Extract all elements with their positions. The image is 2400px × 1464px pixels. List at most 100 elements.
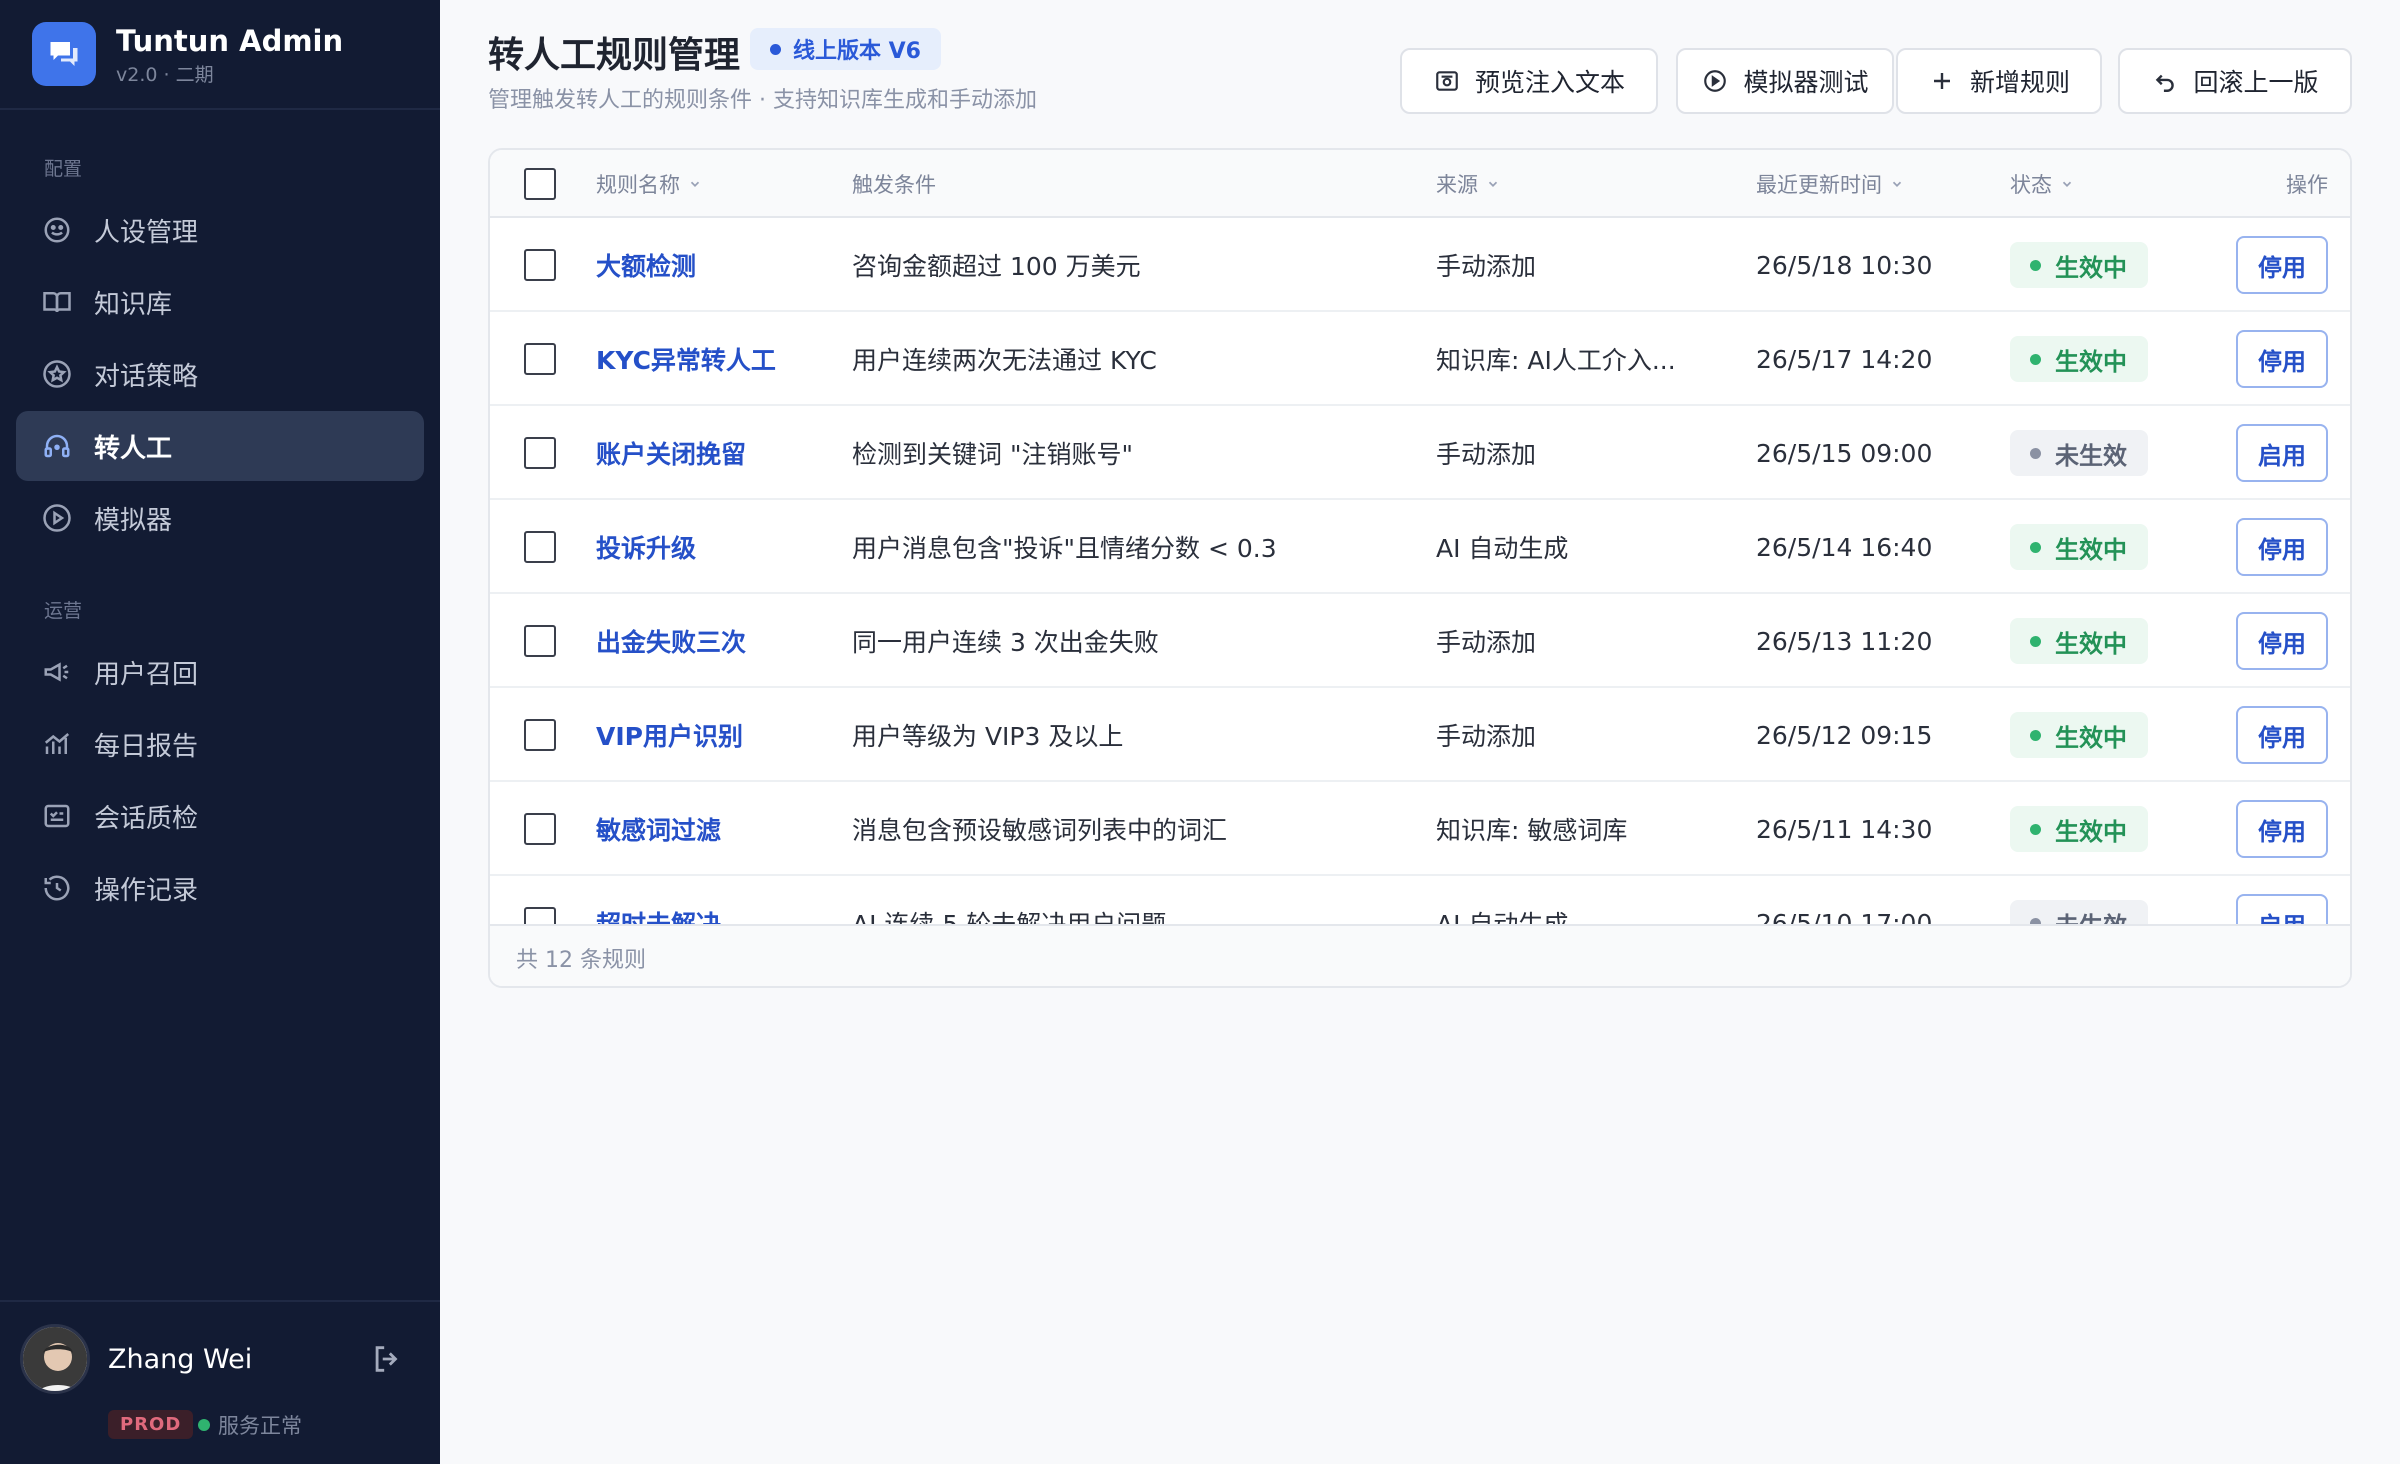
rule-name-link[interactable]: KYC异常转人工 (596, 312, 836, 406)
column-header-name[interactable]: 规则名称 (596, 150, 702, 218)
headset-icon (40, 429, 74, 463)
column-header-status[interactable]: 状态 (2010, 150, 2074, 218)
rollback-button[interactable]: 回滚上一版 (2118, 48, 2352, 114)
checklist-icon (40, 799, 74, 833)
row-checkbox[interactable] (524, 907, 556, 924)
chat-logo-icon (32, 22, 96, 86)
sidebar-item-knowledge[interactable]: 知识库 (16, 267, 424, 337)
row-checkbox[interactable] (524, 437, 556, 469)
column-header-updated[interactable]: 最近更新时间 (1756, 150, 1904, 218)
status-label: 生效中 (2055, 629, 2127, 658)
row-checkbox[interactable] (524, 625, 556, 657)
toggle-rule-button[interactable]: 停用 (2236, 706, 2328, 764)
rule-name-link[interactable]: 账户关闭挽留 (596, 406, 836, 500)
rule-updated-time: 26/5/17 14:20 (1756, 344, 1933, 374)
status-badge: 生效中 (2010, 712, 2148, 758)
status-dot-icon (2030, 729, 2041, 741)
status-dot-icon (2030, 259, 2041, 271)
rule-source: 手动添加 (1436, 722, 1537, 751)
table-footer: 共 12 条规则 (490, 924, 2350, 986)
toggle-rule-button[interactable]: 停用 (2236, 518, 2328, 576)
sidebar-item-history[interactable]: 操作记录 (16, 853, 424, 923)
row-checkbox[interactable] (524, 343, 556, 375)
rule-name-link[interactable]: VIP用户识别 (596, 688, 836, 782)
sidebar-item-recall[interactable]: 用户召回 (16, 637, 424, 707)
sidebar-item-qa[interactable]: 会话质检 (16, 781, 424, 851)
rule-updated-time: 26/5/11 14:30 (1756, 814, 1933, 844)
env-badge: PROD (108, 1410, 194, 1439)
toggle-rule-button[interactable]: 停用 (2236, 612, 2328, 670)
column-header-label: 触发条件 (852, 173, 936, 197)
rule-source: AI 自动生成 (1436, 534, 1569, 563)
rule-name-link[interactable]: 超时未解决 (596, 876, 836, 924)
logout-icon[interactable] (370, 1342, 406, 1378)
column-header-label: 状态 (2010, 173, 2052, 197)
status-badge: 生效中 (2010, 806, 2148, 852)
rule-source: 手动添加 (1436, 252, 1537, 281)
rollback-label: 回滚上一版 (2193, 68, 2319, 97)
add-rule-label: 新增规则 (1969, 68, 2070, 97)
chevron-down-icon (690, 181, 700, 187)
megaphone-icon (40, 655, 74, 689)
column-header-condition: 触发条件 (852, 150, 936, 218)
plus-icon (1928, 67, 1956, 95)
sidebar-item-persona[interactable]: 人设管理 (16, 195, 424, 265)
avatar[interactable] (20, 1324, 90, 1394)
preview-inject-button[interactable]: 预览注入文本 (1400, 48, 1658, 114)
toggle-rule-button[interactable]: 启用 (2236, 424, 2328, 482)
rule-name-link[interactable]: 出金失败三次 (596, 594, 836, 688)
sidebar-item-report[interactable]: 每日报告 (16, 709, 424, 779)
rule-condition: 用户连续两次无法通过 KYC (852, 346, 1157, 375)
rule-condition: 同一用户连续 3 次出金失败 (852, 628, 1159, 657)
select-all-checkbox[interactable] (524, 168, 556, 200)
sidebar-item-simulator[interactable]: 模拟器 (16, 483, 424, 553)
status-label: 生效中 (2055, 817, 2127, 846)
table-header: 规则名称 触发条件 来源 最近更新时间 状态 操作 (490, 150, 2350, 218)
persona-icon (40, 213, 74, 247)
row-checkbox[interactable] (524, 813, 556, 845)
row-checkbox[interactable] (524, 249, 556, 281)
simulator-test-button[interactable]: 模拟器测试 (1676, 48, 1894, 114)
column-header-label: 规则名称 (596, 173, 680, 197)
status-dot-icon (2030, 635, 2041, 647)
status-dot-icon (2030, 541, 2041, 553)
toggle-rule-button[interactable]: 停用 (2236, 330, 2328, 388)
table-row: VIP用户识别 用户等级为 VIP3 及以上 手动添加 26/5/12 09:15 生效… (490, 688, 2350, 782)
toggle-rule-button[interactable]: 启用 (2236, 894, 2328, 924)
star-icon (40, 357, 74, 391)
status-label: 未生效 (2055, 906, 2127, 925)
rule-updated-time: 26/5/14 16:40 (1756, 532, 1933, 562)
rule-condition: 消息包含预设敏感词列表中的词汇 (852, 816, 1228, 845)
toggle-rule-button[interactable]: 停用 (2236, 236, 2328, 294)
table-row: 超时未解决 AI 连续 5 轮未解决用户问题 AI 自动生成 26/5/10 17:0… (490, 876, 2350, 925)
sidebar-item-strategy[interactable]: 对话策略 (16, 339, 424, 409)
rule-source: 手动添加 (1436, 440, 1537, 469)
add-rule-button[interactable]: 新增规则 (1896, 48, 2102, 114)
status-label: 生效中 (2055, 347, 2127, 376)
rule-condition: 用户消息包含"投诉"且情绪分数 < 0.3 (852, 534, 1277, 563)
section-label-ops: 运营 (44, 600, 83, 622)
status-label: 生效中 (2055, 535, 2127, 564)
column-header-source[interactable]: 来源 (1436, 150, 1500, 218)
chart-icon (40, 727, 74, 761)
toggle-rule-button[interactable]: 停用 (2236, 800, 2328, 858)
rule-updated-time: 26/5/10 17:00 (1756, 908, 1933, 925)
status-badge: 未生效 (2010, 430, 2148, 476)
chevron-down-icon (2062, 181, 2072, 187)
rule-name-link[interactable]: 大额检测 (596, 218, 836, 312)
table-row: 账户关闭挽留 检测到关键词 "注销账号" 手动添加 26/5/15 09:00 未生效 启… (490, 406, 2350, 500)
sidebar-item-handoff[interactable]: 转人工 (16, 411, 424, 481)
column-header-label: 操作 (2286, 173, 2328, 197)
row-checkbox[interactable] (524, 531, 556, 563)
row-checkbox[interactable] (524, 719, 556, 751)
status-badge: 生效中 (2010, 336, 2148, 382)
rule-condition: 咨询金额超过 100 万美元 (852, 252, 1141, 281)
rule-name-link[interactable]: 敏感词过滤 (596, 782, 836, 876)
section-label-config: 配置 (44, 158, 83, 180)
sidebar-item-label: 对话策略 (94, 361, 199, 392)
page-description: 管理触发转人工的规则条件 · 支持知识库生成和手动添加 (488, 88, 1037, 113)
sidebar-item-label: 会话质检 (94, 803, 199, 834)
rule-name-link[interactable]: 投诉升级 (596, 500, 836, 594)
brand: Tuntun Admin v2.0 · 二期 (0, 0, 440, 110)
version-dot-icon (770, 43, 781, 55)
